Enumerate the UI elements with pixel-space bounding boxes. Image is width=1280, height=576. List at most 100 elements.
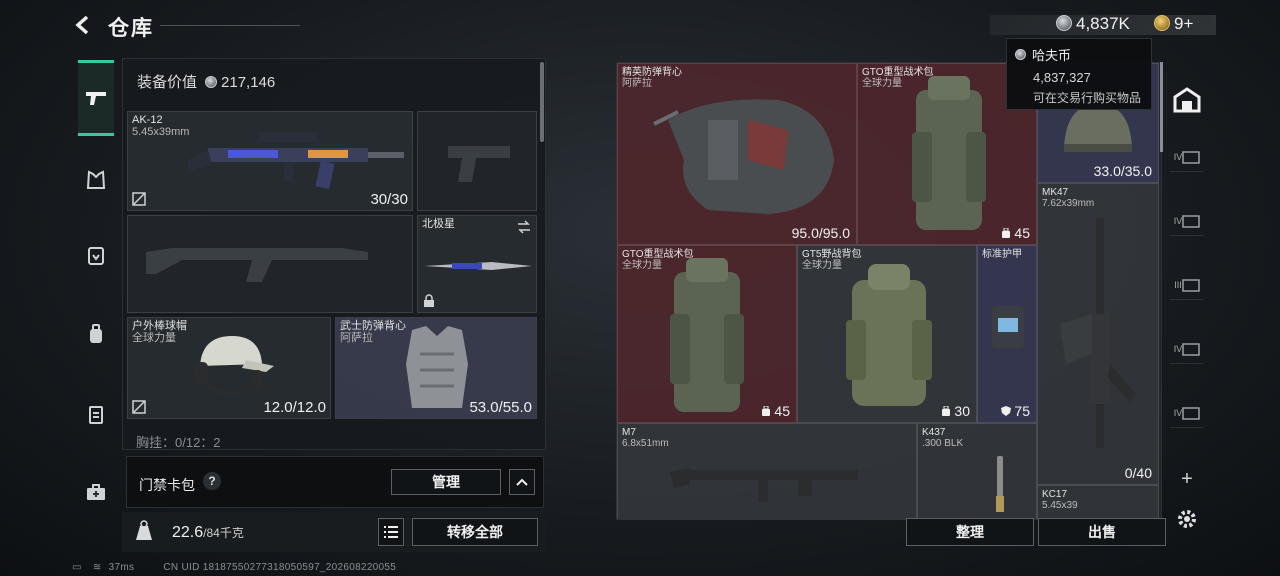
item-brand: 全球力量	[862, 78, 902, 89]
container-tab-2[interactable]: IV	[1170, 206, 1204, 236]
item-name: K437	[922, 427, 946, 438]
manage-button[interactable]: 管理	[391, 469, 501, 495]
gold-currency[interactable]: 9+	[1154, 14, 1193, 34]
helmet-name: 户外棒球帽	[132, 320, 187, 332]
weapon-durability: 30/30	[370, 191, 408, 208]
armor-slot[interactable]: 武士防弹背心 阿萨拉 53.0/55.0	[335, 317, 537, 419]
tab-medkit[interactable]	[78, 474, 114, 510]
protection-value: 75	[1014, 403, 1030, 419]
ammo-round-image	[996, 456, 1004, 512]
item-durability: 33.0/35.0	[1093, 163, 1152, 179]
container-icon	[1182, 342, 1200, 356]
silver-coin-icon	[205, 76, 218, 89]
gold-amount: 9+	[1174, 14, 1194, 33]
medkit-icon	[87, 484, 105, 500]
item-name: 精英防弹背心	[622, 67, 682, 78]
list-view-button[interactable]	[378, 518, 404, 546]
capacity-bag-icon	[1001, 227, 1010, 238]
weight-value: 22.6	[172, 524, 204, 541]
capacity-value: 45	[774, 403, 790, 419]
item-name: M7	[622, 427, 636, 438]
swap-icon[interactable]	[516, 220, 532, 234]
silver-currency[interactable]: 4,837K	[1056, 14, 1130, 34]
help-icon[interactable]: ?	[203, 472, 221, 490]
elite-vest-image	[653, 99, 834, 214]
add-container-button[interactable]: +	[1170, 464, 1204, 494]
primary-weapon-slot[interactable]: AK-12 5.45x39mm 30/30	[127, 111, 413, 211]
item-durability: 0/40	[1124, 465, 1152, 481]
armor-durability: 53.0/55.0	[469, 399, 532, 416]
safe-case-icon	[89, 406, 103, 424]
silver-coin-icon	[1056, 15, 1072, 32]
helmet-durability: 12.0/12.0	[263, 399, 326, 416]
ak12-rifle-image	[188, 132, 404, 190]
loadout-scrollbar[interactable]	[540, 62, 544, 142]
tab-armor[interactable]	[78, 162, 114, 198]
mk47-rifle-image	[1060, 218, 1136, 448]
stash-item[interactable]: GTO重型战术包 全球力量 45	[617, 245, 797, 423]
capacity-bag-icon	[761, 405, 770, 416]
sort-button[interactable]: 整理	[906, 518, 1034, 546]
loadout-panel: 装备价值 217,146 AK-12 5.45x39mm 30/30 北极星 户外…	[122, 58, 546, 450]
container-tab-3[interactable]: III	[1170, 270, 1204, 300]
no-insure-icon	[132, 192, 146, 206]
tooltip-hint: 可在交易行购买物品	[1033, 91, 1142, 105]
stash-home-tab[interactable]	[1170, 80, 1204, 120]
secondary-weapon-slot-empty[interactable]	[127, 215, 413, 313]
helmet-slot[interactable]: 户外棒球帽 全球力量 12.0/12.0	[127, 317, 331, 419]
item-capacity: 30	[941, 403, 970, 419]
sell-button[interactable]: 出售	[1038, 518, 1166, 546]
stash-scrollbar[interactable]	[1160, 62, 1163, 152]
armor-brand: 阿萨拉	[340, 332, 373, 344]
container-tab-1[interactable]: IV	[1170, 142, 1204, 172]
collapse-button[interactable]	[509, 469, 535, 495]
settings-button[interactable]	[1170, 504, 1204, 534]
pistol-placeholder-icon	[448, 146, 510, 182]
silver-coin-icon	[1015, 49, 1026, 60]
stash-item[interactable]: GT5野战背包 全球力量 30	[797, 245, 977, 423]
container-icon	[1182, 150, 1200, 164]
back-arrow-icon[interactable]	[72, 14, 94, 36]
chevron-up-icon	[516, 478, 528, 486]
equip-value-label: 装备价值	[137, 74, 198, 91]
baseball-cap-image	[194, 336, 274, 396]
item-brand: 阿萨拉	[622, 78, 652, 89]
pistol-slot-empty[interactable]	[417, 111, 537, 211]
tier-label: IV	[1173, 343, 1183, 354]
transfer-all-button[interactable]: 转移全部	[412, 518, 538, 546]
armor-plate-image	[992, 306, 1024, 348]
stash-item[interactable]: MK47 7.62x39mm 0/40	[1037, 183, 1159, 485]
armor-vest-image	[406, 326, 468, 408]
container-tab-5[interactable]: IV	[1170, 398, 1204, 428]
stash-item[interactable]: 精英防弹背心 阿萨拉 95.0/95.0	[617, 63, 857, 245]
keycard-label: 门禁卡包	[139, 477, 195, 493]
container-icon	[1182, 278, 1200, 292]
weight-unit: /84千克	[203, 526, 244, 540]
chest-rig-label: 胸挂：0/12：2	[136, 435, 221, 450]
weapon-name: AK-12	[132, 114, 163, 126]
pistol-icon	[86, 92, 106, 105]
weapon-ammo: 5.45x39mm	[132, 126, 190, 138]
item-name: KC17	[1042, 489, 1068, 500]
stash-item[interactable]: M7 6.8x51mm	[617, 423, 917, 519]
container-icon	[1182, 214, 1200, 228]
equip-value: 装备价值 217,146	[137, 71, 275, 92]
backpack-image	[670, 258, 744, 412]
rifle-placeholder-icon	[146, 248, 368, 282]
tab-weapons[interactable]	[78, 60, 114, 136]
tab-case[interactable]	[78, 396, 114, 432]
item-brand: 全球力量	[622, 260, 662, 271]
list-icon	[384, 526, 398, 538]
tab-rig[interactable]	[78, 238, 114, 274]
field-backpack-image	[846, 264, 932, 406]
equip-value-amount: 217,146	[221, 74, 276, 91]
item-name: 标准护甲	[982, 249, 1022, 260]
stash-item[interactable]: KC17 5.45x39	[1037, 485, 1159, 519]
melee-slot[interactable]: 北极星	[417, 215, 537, 313]
shield-icon	[1000, 406, 1011, 416]
chest-rig-icon	[88, 247, 104, 265]
stash-item[interactable]: 标准护甲 75	[977, 245, 1037, 423]
tab-backpack[interactable]	[78, 316, 114, 352]
stash-item[interactable]: K437 .300 BLK	[917, 423, 1037, 519]
container-tab-4[interactable]: IV	[1170, 334, 1204, 364]
